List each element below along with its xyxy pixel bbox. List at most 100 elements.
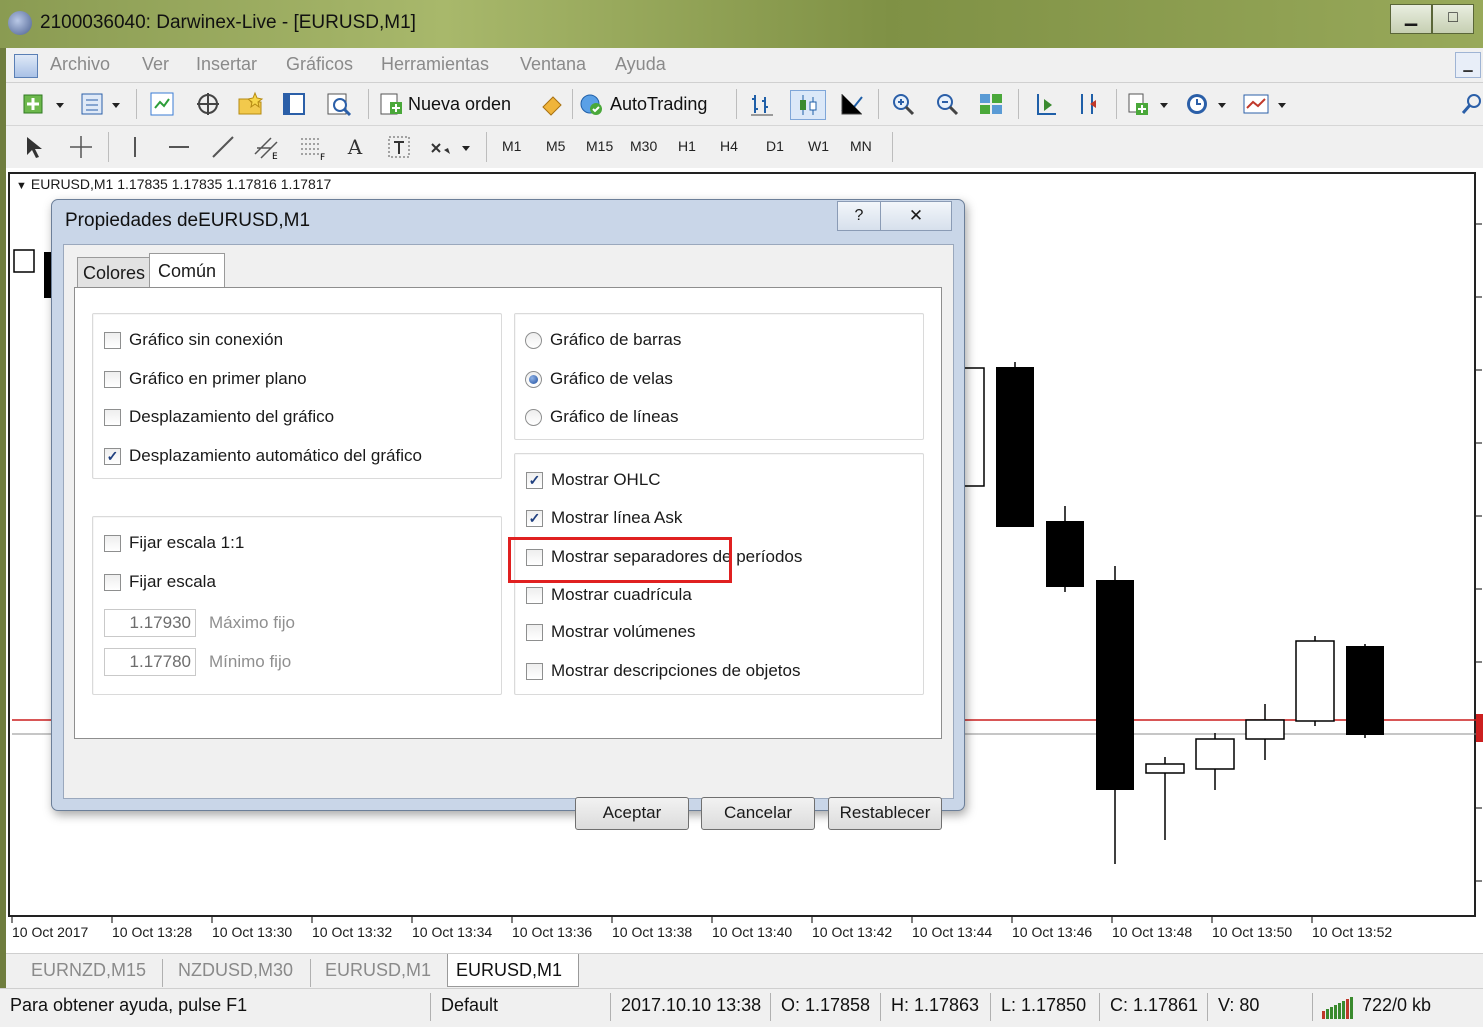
radio[interactable] (525, 408, 542, 426)
new-chart-icon[interactable] (20, 90, 68, 118)
menu-insertar[interactable]: Insertar (196, 54, 257, 75)
meta-editor-icon[interactable] (534, 90, 568, 118)
checkbox[interactable] (104, 573, 121, 591)
timeframe-h4[interactable]: H4 (720, 138, 738, 154)
maximize-button[interactable]: □ (1432, 4, 1474, 34)
timeframe-m30[interactable]: M30 (630, 138, 657, 154)
indicators-icon[interactable] (1124, 90, 1172, 118)
document-icon[interactable] (14, 54, 38, 78)
zoom-out-icon[interactable] (930, 90, 964, 118)
option-show-ohlc[interactable]: ✓ Mostrar OHLC (526, 470, 661, 490)
menu-ventana[interactable]: Ventana (520, 54, 586, 75)
candlestick-chart-icon[interactable] (790, 90, 826, 120)
timeframe-m1[interactable]: M1 (502, 138, 521, 154)
terminal-icon[interactable] (278, 90, 310, 118)
option-show-object-descriptions[interactable]: Mostrar descripciones de objetos (526, 661, 800, 681)
vertical-line-icon[interactable] (118, 133, 152, 161)
fixed-max-input[interactable]: 1.17930 (104, 609, 196, 637)
checkbox[interactable] (104, 408, 121, 426)
timeframe-w1[interactable]: W1 (808, 138, 829, 154)
radio-selected[interactable] (525, 370, 542, 388)
equidistant-channel-icon[interactable]: E (250, 133, 284, 161)
status-profile[interactable]: Default (441, 995, 498, 1016)
time-label: 10 Oct 13:42 (812, 924, 893, 940)
chart-tab-eurusd[interactable]: EURUSD,M1 (325, 960, 431, 981)
profiles-icon[interactable] (76, 90, 124, 118)
trendline-icon[interactable] (206, 133, 240, 161)
data-window-icon[interactable] (192, 90, 224, 118)
option-show-volumes[interactable]: Mostrar volúmenes (526, 622, 696, 642)
checkbox[interactable] (104, 331, 121, 349)
option-offline-chart[interactable]: Gráfico sin conexión (104, 330, 283, 350)
tile-windows-icon[interactable] (974, 90, 1008, 118)
templates-icon[interactable] (1240, 90, 1290, 118)
option-chart-shift[interactable]: Desplazamiento del gráfico (104, 407, 334, 427)
mdi-minimize-button[interactable]: ▁ (1455, 52, 1481, 78)
chart-shift-icon[interactable] (1028, 90, 1062, 118)
reset-button[interactable]: Restablecer (828, 797, 942, 830)
market-watch-icon[interactable] (146, 90, 178, 118)
timeframe-mn[interactable]: MN (850, 138, 872, 154)
arrows-icon[interactable] (426, 133, 474, 161)
strategy-tester-icon[interactable] (322, 90, 356, 118)
navigator-icon[interactable] (234, 90, 266, 118)
tab-comun[interactable]: Común (149, 253, 225, 289)
text-label-icon[interactable] (382, 133, 416, 161)
chart-tab-eurnzd[interactable]: EURNZD,M15 (31, 960, 146, 981)
timeframe-m5[interactable]: M5 (546, 138, 565, 154)
checkbox[interactable] (104, 370, 121, 388)
drawing-toolbar: E F A M1 M5 M15 M30 H1 H4 D1 W1 MN (6, 126, 1483, 169)
option-show-grid[interactable]: Mostrar cuadrícula (526, 585, 692, 605)
checkbox[interactable] (526, 662, 543, 680)
menu-archivo[interactable]: Archivo (50, 54, 110, 75)
fibonacci-icon[interactable]: F (296, 133, 330, 161)
bar-chart-icon[interactable] (746, 90, 778, 118)
checkbox[interactable] (526, 623, 543, 641)
cancel-button[interactable]: Cancelar (701, 797, 815, 830)
option-chart-foreground[interactable]: Gráfico en primer plano (104, 369, 307, 389)
radio[interactable] (525, 331, 542, 349)
option-bar-chart[interactable]: Gráfico de barras (525, 330, 681, 350)
timeframe-m15[interactable]: M15 (586, 138, 613, 154)
cursor-icon[interactable] (18, 133, 48, 161)
checkbox[interactable] (526, 586, 543, 604)
general-options-group: Gráfico sin conexión Gráfico en primer p… (92, 313, 502, 479)
fixed-min-input[interactable]: 1.17780 (104, 648, 196, 676)
autotrading-button[interactable]: AutoTrading (578, 90, 707, 118)
tab-colores[interactable]: Colores (77, 257, 151, 288)
zoom-in-icon[interactable] (886, 90, 920, 118)
menu-graficos[interactable]: Gráficos (286, 54, 353, 75)
checkbox[interactable] (104, 534, 121, 552)
text-icon[interactable]: A (340, 133, 370, 161)
close-button[interactable]: ✕ (880, 201, 952, 231)
new-order-button[interactable]: Nueva orden (378, 90, 511, 118)
horizontal-line-icon[interactable] (162, 133, 196, 161)
line-chart-icon[interactable] (836, 90, 868, 118)
chart-tab-eurusd-active[interactable]: EURUSD,M1 (456, 960, 562, 981)
option-show-ask-line[interactable]: ✓ Mostrar línea Ask (526, 508, 682, 528)
checkbox-checked[interactable]: ✓ (526, 471, 543, 489)
checkbox-checked[interactable]: ✓ (104, 447, 121, 465)
menu-ayuda[interactable]: Ayuda (615, 54, 666, 75)
minimize-button[interactable]: ▁ (1390, 4, 1432, 34)
timeframe-d1[interactable]: D1 (766, 138, 784, 154)
option-fixed-scale[interactable]: Fijar escala (104, 572, 216, 592)
connection-status-icon[interactable] (1322, 997, 1358, 1019)
menu-ver[interactable]: Ver (142, 54, 169, 75)
timeframe-h1[interactable]: H1 (678, 138, 696, 154)
chart-tab-nzdusd[interactable]: NZDUSD,M30 (178, 960, 293, 981)
ok-button[interactable]: Aceptar (575, 797, 689, 830)
collapse-triangle-icon[interactable]: ▼ (16, 180, 27, 192)
crosshair-icon[interactable] (64, 133, 98, 161)
auto-scroll-icon[interactable] (1072, 90, 1106, 118)
option-candle-chart[interactable]: Gráfico de velas (525, 369, 673, 389)
periods-clock-icon[interactable] (1182, 90, 1230, 118)
menu-herramientas[interactable]: Herramientas (381, 54, 489, 75)
search-icon[interactable] (1458, 90, 1483, 118)
checkbox-checked[interactable]: ✓ (526, 509, 543, 527)
help-button[interactable]: ? (837, 201, 881, 231)
time-label: 10 Oct 13:44 (912, 924, 993, 940)
option-scale-1-1[interactable]: Fijar escala 1:1 (104, 533, 244, 553)
option-chart-autoscroll[interactable]: ✓ Desplazamiento automático del gráfico (104, 446, 422, 466)
option-line-chart[interactable]: Gráfico de líneas (525, 407, 679, 427)
